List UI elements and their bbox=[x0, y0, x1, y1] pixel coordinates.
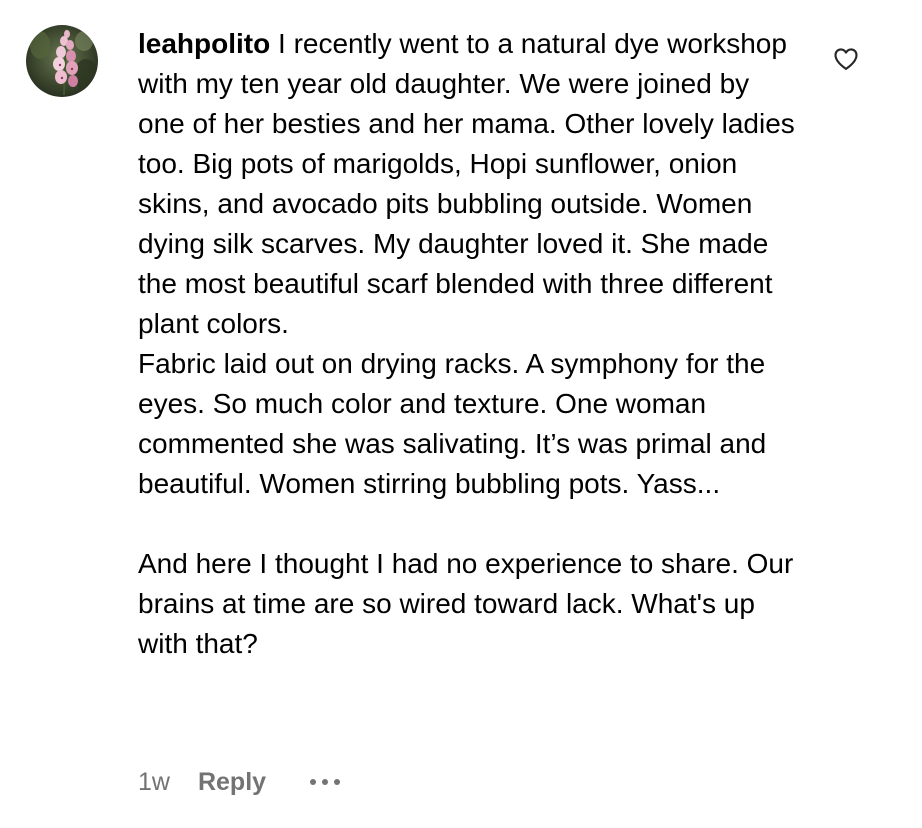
comment-paragraph-1-text: I recently went to a natural dye worksho… bbox=[138, 28, 795, 339]
comment-body: leahpolito I recently went to a natural … bbox=[138, 24, 803, 664]
comment-paragraph-2: Fabric laid out on drying racks. A symph… bbox=[138, 348, 767, 499]
comment-paragraph-1: leahpolito I recently went to a natural … bbox=[138, 24, 803, 344]
comment-meta: 1w Reply bbox=[138, 762, 341, 802]
more-options-icon[interactable] bbox=[310, 762, 341, 802]
more-dot bbox=[334, 779, 341, 785]
username[interactable]: leahpolito bbox=[138, 28, 270, 59]
more-dot bbox=[322, 779, 329, 785]
avatar[interactable] bbox=[26, 25, 98, 97]
comment-text: leahpolito I recently went to a natural … bbox=[138, 24, 803, 664]
more-dot bbox=[310, 779, 317, 785]
heart-icon[interactable] bbox=[832, 45, 860, 73]
comment: leahpolito I recently went to a natural … bbox=[0, 0, 922, 828]
timestamp[interactable]: 1w bbox=[138, 768, 170, 797]
reply-button[interactable]: Reply bbox=[198, 768, 266, 797]
comment-paragraph-3: And here I thought I had no experience t… bbox=[138, 548, 794, 659]
